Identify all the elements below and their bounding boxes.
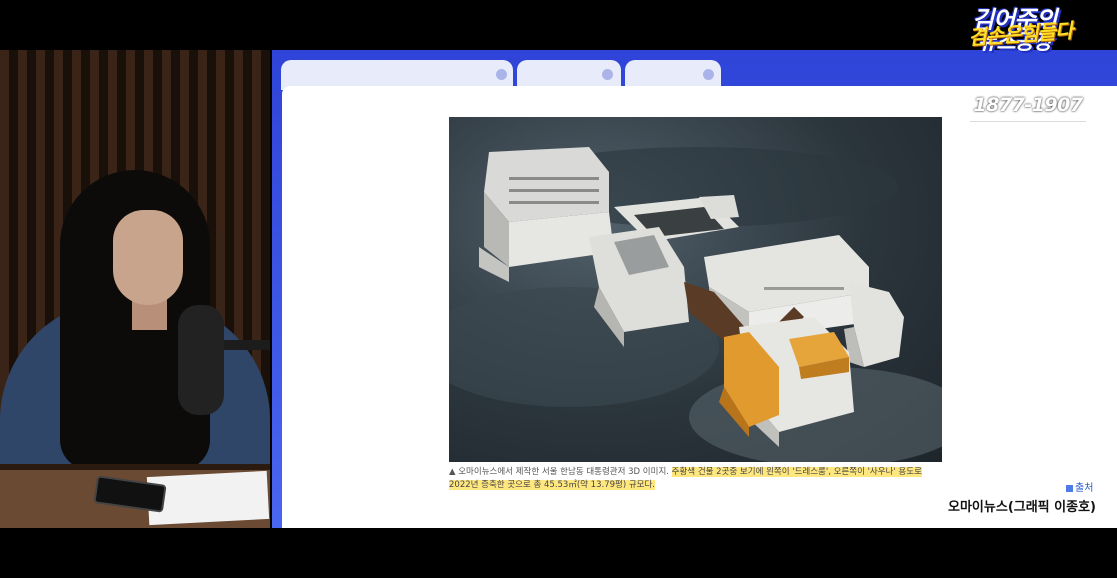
- presenter-face: [113, 210, 183, 305]
- tab-dot-icon: [496, 69, 507, 80]
- caption-text: ▲ 오마이뉴스에서 제작한 서울 한남동 대통령관저 3D 이미지.: [449, 467, 672, 477]
- tab-dot-icon: [703, 69, 714, 80]
- top-letterbox: [0, 0, 1117, 50]
- source-label-text: 출처: [1075, 483, 1094, 494]
- residence-3d-image: [449, 117, 942, 462]
- caption-highlight-1: 주황색 건물 2곳중 보기에 왼쪽이 '드레스룸', 오른쪽이 '사우나' 용도…: [671, 467, 922, 477]
- divider: [970, 121, 1086, 122]
- logo-overlay-text: 겸손은힘들다: [967, 18, 1074, 50]
- show-logo: 김어준의 뉴스공장 겸손은힘들다: [967, 0, 1117, 86]
- ars-phone-number: 1877-1907: [973, 94, 1083, 116]
- square-icon: [1066, 484, 1073, 492]
- residence-3d-drawing: [449, 147, 942, 462]
- studio-camera-view: [0, 50, 270, 528]
- source-name: 오마이뉴스(그래픽 이종호): [948, 500, 1096, 515]
- figure-caption: ▲ 오마이뉴스에서 제작한 서울 한남동 대통령관저 3D 이미지. 주황색 건…: [449, 466, 942, 492]
- caption-highlight-2: 2022년 증축한 곳으로 총 45.53㎡(약 13.79평) 규모다.: [449, 480, 656, 490]
- desk-paper: [146, 470, 270, 526]
- ars-membership-label: ARS 멤버십: [1001, 127, 1059, 139]
- microphone: [178, 305, 224, 415]
- tab-dot-icon: [602, 69, 613, 80]
- source-label: 출처: [1066, 479, 1093, 494]
- bottom-letterbox: [0, 528, 1117, 578]
